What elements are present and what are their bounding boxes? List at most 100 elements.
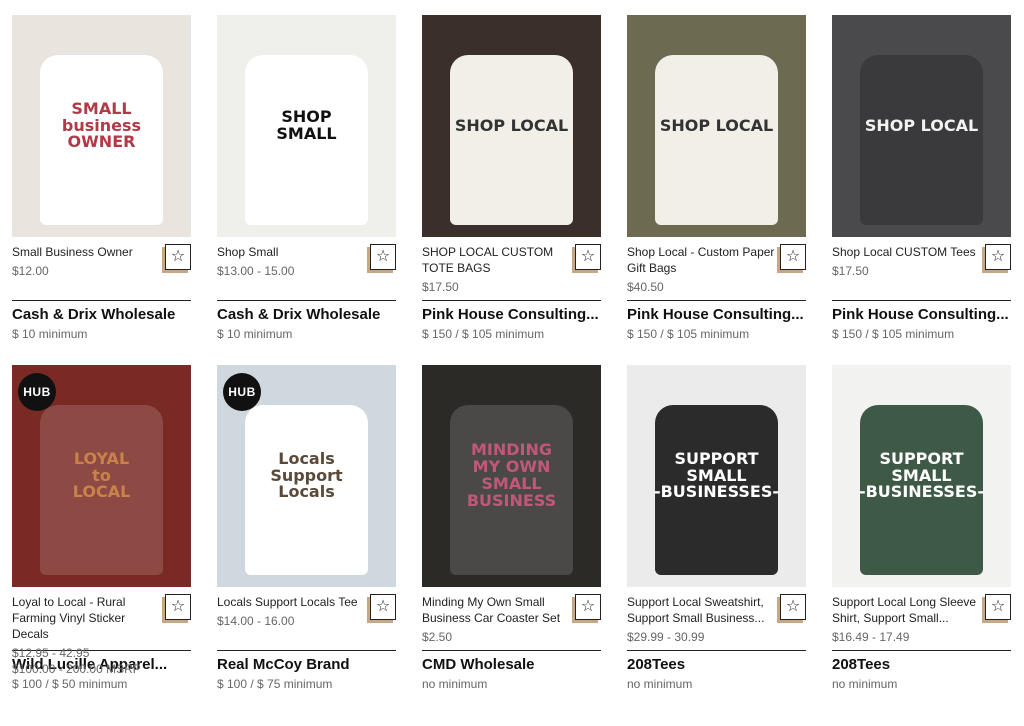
product-image[interactable]: Locals Support Locals HUB — [217, 365, 396, 587]
favorite-button[interactable]: ☆ — [985, 594, 1011, 620]
product-print-graphic: SMALL business OWNER — [61, 98, 142, 152]
product-info: Loyal to Local - Rural Farming Vinyl Sti… — [12, 587, 191, 676]
product-card[interactable]: SUPPORT SMALL -BUSINESSES- Support Local … — [627, 350, 806, 726]
product-card[interactable]: Locals Support Locals HUB Locals Support L… — [217, 350, 396, 726]
star-icon: ☆ — [375, 248, 391, 265]
star-icon: ☆ — [580, 248, 596, 265]
product-name[interactable]: Loyal to Local - Rural Farming Vinyl Sti… — [12, 594, 162, 642]
product-name[interactable]: Shop Local CUSTOM Tees — [832, 244, 982, 260]
order-minimum: $ 10 minimum — [12, 327, 88, 341]
star-icon: ☆ — [990, 598, 1006, 615]
product-print-graphic: SUPPORT SMALL -BUSINESSES- — [858, 448, 985, 502]
product-image[interactable]: LOYAL to LOCAL HUB — [12, 365, 191, 587]
product-card[interactable]: SUPPORT SMALL -BUSINESSES- Support Local … — [832, 350, 1011, 726]
divider — [217, 650, 396, 651]
product-price: $16.49 - 17.49 — [832, 630, 910, 644]
product-card[interactable]: SHOP LOCAL Shop Local CUSTOM Tees $17.50 ☆ P… — [832, 0, 1011, 350]
product-image[interactable]: SHOP LOCAL — [832, 15, 1011, 237]
favorite-button[interactable]: ☆ — [575, 594, 601, 620]
divider — [12, 300, 191, 301]
product-photo-subject — [655, 55, 778, 225]
product-price: $12.95 - 42.95 — [12, 646, 90, 660]
product-image[interactable]: SUPPORT SMALL -BUSINESSES- — [832, 365, 1011, 587]
product-name[interactable]: Locals Support Locals Tee — [217, 594, 367, 610]
product-image[interactable]: SMALL business OWNER — [12, 15, 191, 237]
product-print-graphic: MINDING MY OWN SMALL BUSINESS — [466, 440, 557, 510]
star-icon: ☆ — [785, 598, 801, 615]
product-card[interactable]: SHOP LOCAL Shop Local - Custom Paper Gift… — [627, 0, 806, 350]
favorite-button[interactable]: ☆ — [780, 244, 806, 270]
product-photo-subject — [450, 55, 573, 225]
order-minimum: $ 150 / $ 105 minimum — [422, 327, 545, 341]
brand-name[interactable]: 208Tees — [627, 656, 806, 673]
star-icon: ☆ — [580, 598, 596, 615]
brand-name[interactable]: 208Tees — [832, 656, 1011, 673]
divider — [422, 300, 601, 301]
product-info: Small Business Owner $12.00 ☆ — [12, 237, 191, 300]
product-image[interactable]: SHOP SMALL — [217, 15, 396, 237]
product-name[interactable]: Minding My Own Small Business Car Coaste… — [422, 594, 572, 626]
divider — [422, 650, 601, 651]
product-name[interactable]: SHOP LOCAL CUSTOM TOTE BAGS — [422, 244, 572, 276]
product-image[interactable]: SHOP LOCAL — [422, 15, 601, 237]
favorite-button[interactable]: ☆ — [165, 244, 191, 270]
favorite-button[interactable]: ☆ — [370, 244, 396, 270]
divider — [627, 300, 806, 301]
order-minimum: no minimum — [832, 677, 898, 691]
product-info: Shop Small $13.00 - 15.00 ☆ — [217, 237, 396, 300]
product-photo-subject — [860, 55, 983, 225]
brand-name[interactable]: CMD Wholesale — [422, 656, 601, 673]
product-name[interactable]: Small Business Owner — [12, 244, 162, 260]
product-card[interactable]: SMALL business OWNER Small Business Owner… — [12, 0, 191, 350]
favorite-button[interactable]: ☆ — [575, 244, 601, 270]
hub-badge: HUB — [18, 373, 56, 411]
product-print-graphic: SHOP LOCAL — [659, 115, 774, 135]
product-card[interactable]: SHOP LOCAL SHOP LOCAL CUSTOM TOTE BAGS $17… — [422, 0, 601, 350]
product-image[interactable]: MINDING MY OWN SMALL BUSINESS — [422, 365, 601, 587]
brand-name[interactable]: Pink House Consulting... — [832, 306, 1011, 323]
product-image[interactable]: SHOP LOCAL — [627, 15, 806, 237]
product-price: $40.50 — [627, 280, 664, 294]
product-card[interactable]: LOYAL to LOCAL HUB Loyal to Local - Rural … — [12, 350, 191, 726]
product-price: $29.99 - 30.99 — [627, 630, 705, 644]
product-info: Support Local Sweatshirt, Support Small … — [627, 587, 806, 650]
product-name[interactable]: Shop Local - Custom Paper Gift Bags — [627, 244, 777, 276]
product-msrp: $100.00 - 200.00 MSRP — [12, 662, 141, 676]
order-minimum: $ 10 minimum — [217, 327, 293, 341]
brand-name[interactable]: Pink House Consulting... — [627, 306, 806, 323]
product-info: Shop Local - Custom Paper Gift Bags $40.5… — [627, 237, 806, 300]
brand-name[interactable]: Real McCoy Brand — [217, 656, 396, 673]
divider — [832, 300, 1011, 301]
brand-name[interactable]: Pink House Consulting... — [422, 306, 601, 323]
favorite-button[interactable]: ☆ — [985, 244, 1011, 270]
order-minimum: $ 150 / $ 105 minimum — [627, 327, 750, 341]
product-info: Shop Local CUSTOM Tees $17.50 ☆ — [832, 237, 1011, 300]
favorite-button[interactable]: ☆ — [370, 594, 396, 620]
product-print-graphic: SHOP LOCAL — [864, 115, 979, 135]
product-name[interactable]: Support Local Long Sleeve Shirt, Support… — [832, 594, 982, 626]
star-icon: ☆ — [990, 248, 1006, 265]
order-minimum: $ 150 / $ 105 minimum — [832, 327, 955, 341]
product-card[interactable]: SHOP SMALL Shop Small $13.00 - 15.00 ☆ Cash … — [217, 0, 396, 350]
product-print-graphic: SHOP SMALL — [276, 107, 337, 143]
product-price: $2.50 — [422, 630, 453, 644]
brand-name[interactable]: Cash & Drix Wholesale — [12, 306, 191, 323]
order-minimum: no minimum — [627, 677, 693, 691]
product-info: SHOP LOCAL CUSTOM TOTE BAGS $17.50 ☆ — [422, 237, 601, 300]
product-image[interactable]: SUPPORT SMALL -BUSINESSES- — [627, 365, 806, 587]
product-name[interactable]: Support Local Sweatshirt, Support Small … — [627, 594, 777, 626]
divider — [217, 300, 396, 301]
product-print-graphic: LOYAL to LOCAL — [72, 448, 131, 502]
favorite-button[interactable]: ☆ — [780, 594, 806, 620]
product-print-graphic: SUPPORT SMALL -BUSINESSES- — [653, 448, 780, 502]
product-name[interactable]: Shop Small — [217, 244, 367, 260]
product-card[interactable]: MINDING MY OWN SMALL BUSINESS Minding My … — [422, 350, 601, 726]
product-info: Locals Support Locals Tee $14.00 - 16.00 ☆ — [217, 587, 396, 650]
brand-name[interactable]: Cash & Drix Wholesale — [217, 306, 396, 323]
star-icon: ☆ — [375, 598, 391, 615]
product-print-graphic: SHOP LOCAL — [454, 115, 569, 135]
star-icon: ☆ — [170, 598, 186, 615]
product-price: $17.50 — [422, 280, 459, 294]
favorite-button[interactable]: ☆ — [165, 594, 191, 620]
product-info: Minding My Own Small Business Car Coaste… — [422, 587, 601, 650]
